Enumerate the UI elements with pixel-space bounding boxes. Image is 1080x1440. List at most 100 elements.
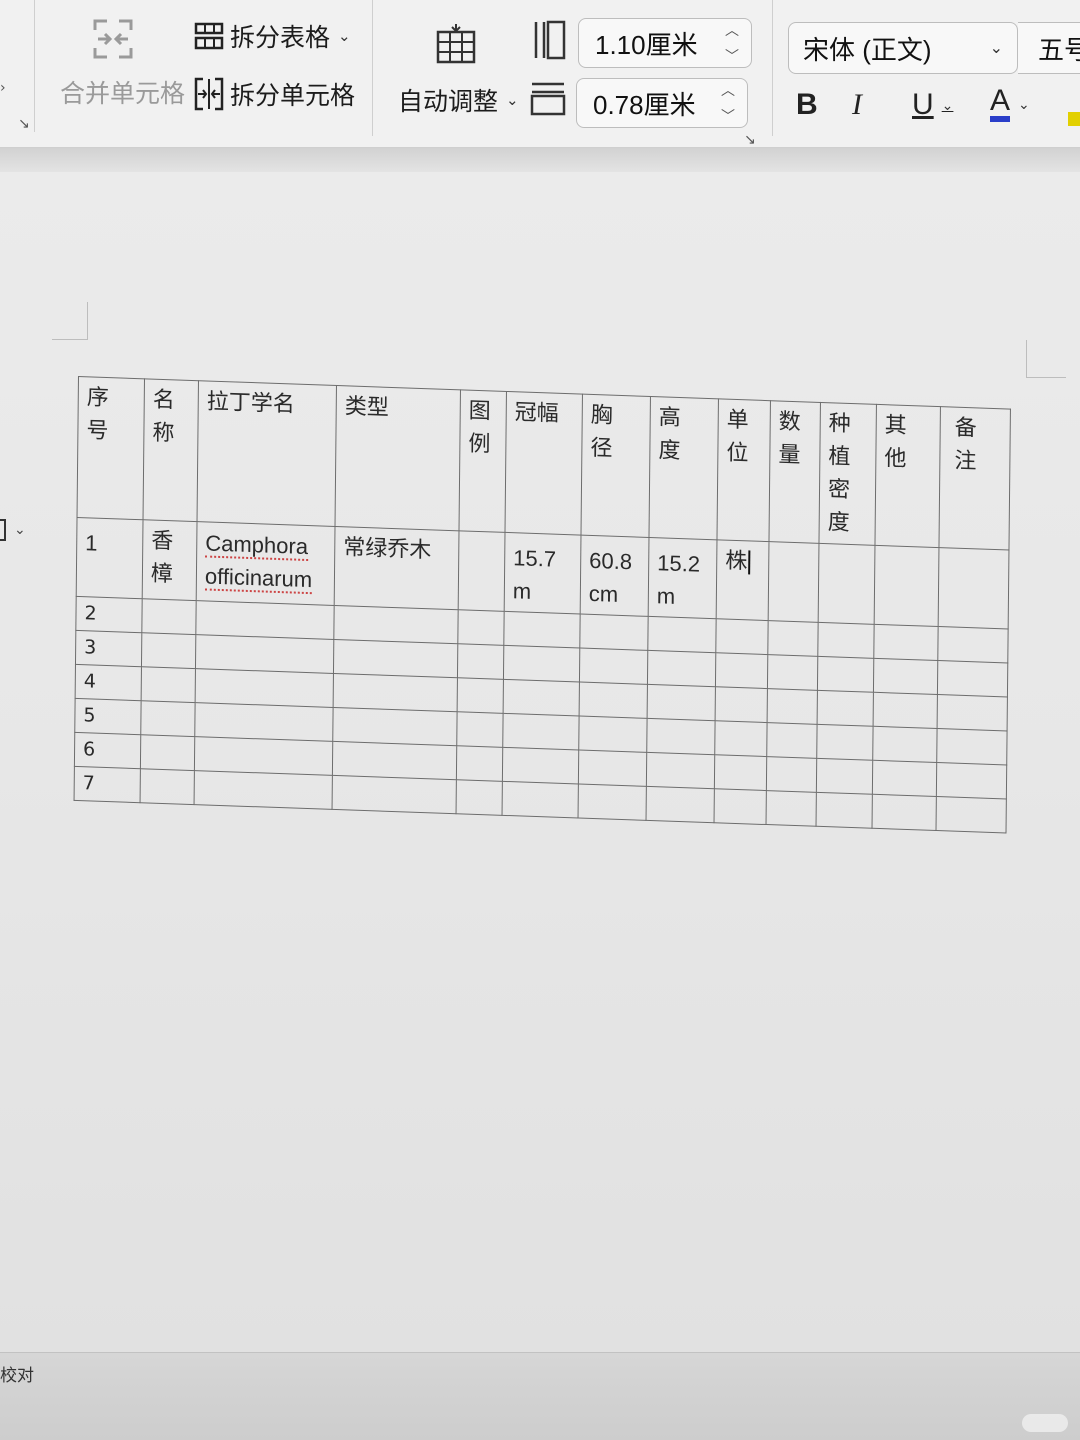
table-cell[interactable] [332,775,457,814]
table-cell[interactable] [816,724,874,761]
row-index-cell[interactable]: 6 [74,732,141,769]
table-row-handle[interactable]: ⌄ [0,514,40,546]
table-cell[interactable] [817,622,875,659]
chevron-up-icon[interactable]: ︿ [725,23,739,37]
table-cell[interactable] [502,781,579,818]
table-cell[interactable] [195,668,334,708]
table-cell[interactable] [332,707,458,746]
table-cell[interactable] [936,728,1008,765]
header-cell[interactable]: 单位 [716,398,771,542]
table-cell[interactable] [714,720,768,757]
table-cell[interactable] [766,756,817,793]
header-cell[interactable]: 其他 [874,404,941,548]
table-cell[interactable] [936,762,1007,799]
highlight-color-icon[interactable] [1068,112,1080,126]
table-cell[interactable] [714,788,767,825]
table-cell[interactable] [333,639,458,678]
table-cell[interactable] [816,758,873,795]
chevron-down-icon[interactable]: ﹀ [725,49,739,63]
table-cell[interactable] [937,626,1009,663]
table-cell[interactable] [457,677,504,714]
row-index-cell[interactable]: 3 [75,630,142,667]
column-width-stepper[interactable]: ︿ ﹀ [723,23,741,63]
table-cell[interactable] [140,734,195,771]
table-cell[interactable] [816,792,873,829]
table-cell[interactable] [647,684,716,721]
row-index-cell[interactable]: 4 [75,664,142,701]
table-cell[interactable] [872,726,938,763]
table-cell[interactable] [332,741,457,780]
table-cell[interactable] [873,692,938,729]
table-cell[interactable] [647,650,716,687]
merge-cells-button[interactable]: 合并单元格 [60,74,185,110]
header-cell[interactable]: 备注 [938,406,1011,551]
table-cell[interactable] [195,600,335,640]
proofread-button[interactable]: 校对 [0,1361,34,1386]
table-cell[interactable] [872,760,937,797]
header-cell[interactable]: 种植密度 [818,402,877,546]
italic-button[interactable]: I [852,88,862,122]
quantity-cell[interactable] [768,541,819,623]
dbh-cell[interactable]: 60.8 cm [580,535,649,617]
row-index-cell[interactable]: 5 [74,698,142,735]
table-cell[interactable] [873,624,939,661]
header-cell[interactable]: 数量 [768,400,821,544]
table-cell[interactable] [715,686,768,723]
bold-button[interactable]: B [796,88,818,122]
row-index-cell[interactable]: 2 [75,596,143,633]
table-cell[interactable] [766,790,817,827]
table-cell[interactable] [817,690,874,727]
font-size-select[interactable]: 五号 [1018,22,1080,74]
table-cell[interactable] [503,611,581,649]
table-cell[interactable] [457,609,505,646]
latin-name-cell[interactable]: Camphora officinarum [196,521,336,606]
legend-cell[interactable] [458,530,505,612]
table-cell[interactable] [141,666,196,703]
row-index-cell[interactable]: 1 [76,517,144,599]
table-cell[interactable] [502,747,579,784]
table-cell[interactable] [873,658,938,695]
table-cell[interactable] [646,786,715,823]
table-cell[interactable] [333,673,458,712]
table-cell[interactable] [936,796,1007,833]
table-cell[interactable] [502,713,580,751]
table-cell[interactable] [457,643,504,680]
table-cell[interactable] [579,682,648,719]
table-cell[interactable] [766,722,818,759]
table-cell[interactable] [767,620,819,657]
header-cell[interactable]: 胸径 [580,394,651,538]
header-cell[interactable]: 类型 [335,385,461,531]
table-cell[interactable] [141,632,196,669]
header-cell[interactable]: 名称 [143,378,199,522]
row-index-cell[interactable]: 7 [74,766,141,803]
table-cell[interactable] [715,652,768,689]
header-cell[interactable]: 拉丁学名 [197,380,337,527]
table-cell[interactable] [872,794,937,831]
table-cell[interactable] [578,750,647,787]
unit-cell[interactable]: 株 [716,539,769,621]
header-cell[interactable]: 序号 [77,376,145,520]
header-cell[interactable]: 图例 [458,389,507,533]
table-cell[interactable] [937,694,1008,731]
chevron-down-icon[interactable]: ⌄ [1018,96,1030,113]
chevron-down-icon[interactable]: ⌄ [990,38,1003,58]
table-cell[interactable] [579,648,648,685]
table-cell[interactable] [503,679,580,717]
table-cell[interactable] [937,660,1008,697]
table-cell[interactable] [646,718,716,755]
table-cell[interactable] [578,783,647,821]
table-cell[interactable] [715,618,769,655]
table-cell[interactable] [456,711,504,748]
table-cell[interactable] [195,634,334,674]
font-color-button[interactable]: A ⌄ [990,86,1030,122]
table-cell[interactable] [647,616,717,653]
auto-fit-button[interactable]: 自动调整 ⌄ [398,82,519,118]
chevron-down-icon[interactable]: ﹀ [721,109,735,123]
table-cell[interactable] [579,614,649,651]
dialog-launcher-icon[interactable]: ↘ [18,116,30,132]
chevron-down-icon[interactable]: ⌄ [14,522,26,538]
header-cell[interactable]: 冠幅 [504,391,583,536]
table-cell[interactable] [456,745,503,782]
table-cell[interactable] [140,768,195,805]
split-cells-button[interactable]: 拆分单元格 [194,76,355,112]
